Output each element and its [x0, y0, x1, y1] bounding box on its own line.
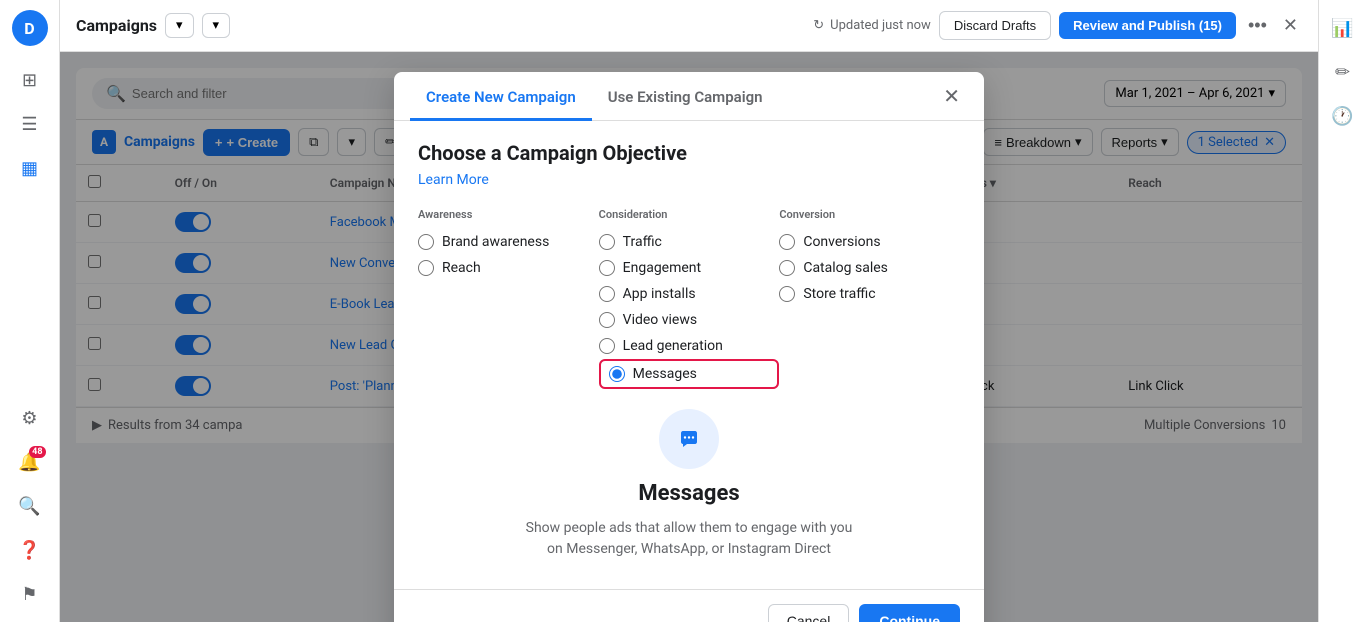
- sidebar-item-menu[interactable]: ☰: [12, 106, 48, 142]
- brand-awareness-radio[interactable]: [418, 234, 434, 250]
- app-installs-option[interactable]: App installs: [599, 281, 780, 307]
- continue-button[interactable]: Continue: [859, 604, 960, 622]
- notification-badge: 48: [29, 446, 45, 458]
- modal-overlay: Create New Campaign Use Existing Campaig…: [60, 52, 1318, 622]
- close-top-button[interactable]: ✕: [1279, 11, 1302, 40]
- conversions-radio[interactable]: [779, 234, 795, 250]
- lead-generation-label: Lead generation: [623, 338, 723, 354]
- filter-dropdown[interactable]: ▾: [202, 13, 231, 38]
- reach-option[interactable]: Reach: [418, 255, 599, 281]
- conversions-label: Conversions: [803, 234, 880, 250]
- modal-close-button[interactable]: ✕: [935, 72, 968, 120]
- modal-tabs: Create New Campaign Use Existing Campaig…: [394, 72, 984, 121]
- more-options-button[interactable]: •••: [1244, 11, 1271, 40]
- engagement-radio[interactable]: [599, 260, 615, 276]
- traffic-radio[interactable]: [599, 234, 615, 250]
- filter-arrow: ▾: [213, 18, 220, 33]
- messages-section-title: Messages: [638, 481, 739, 506]
- traffic-option[interactable]: Traffic: [599, 229, 780, 255]
- catalog-sales-option[interactable]: Catalog sales: [779, 255, 960, 281]
- modal-body: Choose a Campaign Objective Learn More A…: [394, 121, 984, 589]
- tab-create-new[interactable]: Create New Campaign: [410, 72, 592, 121]
- reach-label: Reach: [442, 260, 481, 276]
- objectives-grid: Awareness Brand awareness Reach: [418, 208, 960, 389]
- sidebar-item-search[interactable]: 🔍: [12, 488, 48, 524]
- consideration-category: Consideration: [599, 208, 780, 221]
- top-bar: Campaigns ▾ ▾ ↻ Updated just now Discard…: [60, 0, 1318, 52]
- right-bar-chart-icon[interactable]: 📊: [1325, 10, 1361, 46]
- messages-label: Messages: [633, 366, 697, 382]
- messages-highlight-box: Messages: [599, 359, 780, 389]
- tab-use-existing[interactable]: Use Existing Campaign: [592, 72, 779, 121]
- lead-generation-radio[interactable]: [599, 338, 615, 354]
- sidebar-item-grid[interactable]: ▦: [12, 150, 48, 186]
- messages-svg-icon: [673, 423, 705, 455]
- brand-awareness-option[interactable]: Brand awareness: [418, 229, 599, 255]
- messages-option[interactable]: Messages: [609, 364, 697, 384]
- account-dropdown[interactable]: ▾: [165, 13, 194, 38]
- modal-footer: Cancel Continue: [394, 589, 984, 622]
- messages-section-description: Show people ads that allow them to engag…: [519, 518, 859, 560]
- cancel-button[interactable]: Cancel: [768, 604, 850, 622]
- learn-more-link[interactable]: Learn More: [418, 172, 489, 188]
- content-area: 🔍 Mar 1, 2021 – Apr 6, 2021 ▾ A Campaign…: [60, 52, 1318, 622]
- discard-drafts-button[interactable]: Discard Drafts: [939, 11, 1051, 40]
- update-text: Updated just now: [830, 18, 931, 33]
- conversion-column: Conversion Conversions Catalog sales: [779, 208, 960, 389]
- engagement-option[interactable]: Engagement: [599, 255, 780, 281]
- app-installs-label: App installs: [623, 286, 696, 302]
- messages-description: Messages Show people ads that allow them…: [418, 389, 960, 576]
- video-views-option[interactable]: Video views: [599, 307, 780, 333]
- messages-radio[interactable]: [609, 366, 625, 382]
- store-traffic-label: Store traffic: [803, 286, 875, 302]
- consideration-column: Consideration Traffic Engagement: [599, 208, 780, 389]
- conversions-option[interactable]: Conversions: [779, 229, 960, 255]
- app-installs-radio[interactable]: [599, 286, 615, 302]
- brand-awareness-label: Brand awareness: [442, 234, 549, 250]
- dropdown-arrow: ▾: [176, 18, 183, 33]
- campaign-objective-modal: Create New Campaign Use Existing Campaig…: [394, 72, 984, 622]
- video-views-label: Video views: [623, 312, 697, 328]
- review-publish-button[interactable]: Review and Publish (15): [1059, 12, 1236, 39]
- sidebar-item-settings[interactable]: ⚙: [12, 400, 48, 436]
- awareness-category: Awareness: [418, 208, 599, 221]
- store-traffic-option[interactable]: Store traffic: [779, 281, 960, 307]
- reach-radio[interactable]: [418, 260, 434, 276]
- right-edit-icon[interactable]: ✏: [1325, 54, 1361, 90]
- refresh-icon: ↻: [813, 18, 824, 33]
- store-traffic-radio[interactable]: [779, 286, 795, 302]
- page-title: Campaigns: [76, 16, 157, 35]
- lead-generation-option[interactable]: Lead generation: [599, 333, 780, 359]
- sidebar-item-help[interactable]: ❓: [12, 532, 48, 568]
- traffic-label: Traffic: [623, 234, 662, 250]
- sidebar-item-home[interactable]: ⊞: [12, 62, 48, 98]
- sidebar-item-flag[interactable]: ⚑: [12, 576, 48, 612]
- messages-icon-container: [659, 409, 719, 469]
- right-clock-icon[interactable]: 🕐: [1325, 98, 1361, 134]
- main-content: Campaigns ▾ ▾ ↻ Updated just now Discard…: [60, 0, 1318, 622]
- video-views-radio[interactable]: [599, 312, 615, 328]
- modal-title: Choose a Campaign Objective: [418, 141, 960, 165]
- right-sidebar: 📊 ✏ 🕐: [1318, 0, 1366, 622]
- awareness-column: Awareness Brand awareness Reach: [418, 208, 599, 389]
- catalog-sales-label: Catalog sales: [803, 260, 888, 276]
- avatar[interactable]: D: [12, 10, 48, 46]
- catalog-sales-radio[interactable]: [779, 260, 795, 276]
- engagement-label: Engagement: [623, 260, 701, 276]
- left-sidebar: D ⊞ ☰ ▦ ⚙ 🔔 48 🔍 ❓ ⚑: [0, 0, 60, 622]
- sidebar-item-bell[interactable]: 🔔 48: [12, 444, 48, 480]
- conversion-category: Conversion: [779, 208, 960, 221]
- update-status: ↻ Updated just now: [813, 18, 931, 33]
